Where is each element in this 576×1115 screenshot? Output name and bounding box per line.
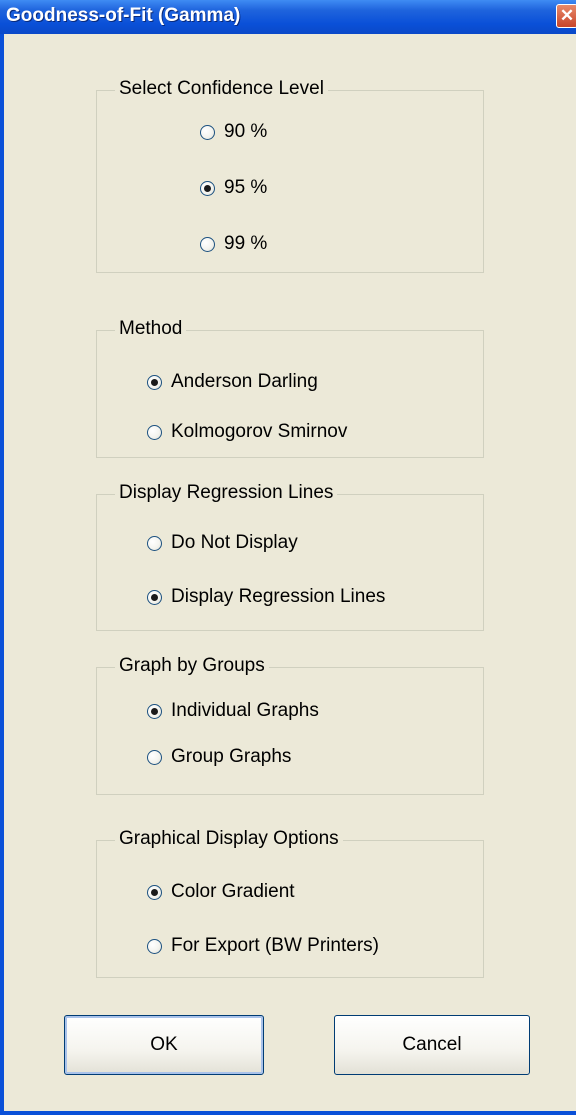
radio-do-not-display[interactable]: Do Not Display bbox=[147, 532, 298, 554]
confidence-level-group: Select Confidence Level 90 % 95 % 99 % bbox=[96, 78, 484, 273]
regression-lines-title: Display Regression Lines bbox=[115, 482, 338, 504]
method-title: Method bbox=[115, 318, 187, 340]
confidence-level-title: Select Confidence Level bbox=[115, 78, 328, 100]
radio-icon[interactable] bbox=[200, 180, 215, 196]
radio-icon[interactable] bbox=[147, 424, 162, 440]
radio-icon[interactable] bbox=[200, 236, 215, 252]
radio-99-percent[interactable]: 99 % bbox=[200, 233, 267, 255]
radio-95-percent[interactable]: 95 % bbox=[200, 177, 267, 199]
ok-button[interactable]: OK bbox=[64, 1015, 264, 1075]
window-title: Goodness-of-Fit (Gamma) bbox=[6, 5, 241, 26]
radio-icon[interactable] bbox=[147, 884, 162, 900]
radio-for-export[interactable]: For Export (BW Printers) bbox=[147, 935, 379, 957]
dialog-body: Select Confidence Level 90 % 95 % 99 % M… bbox=[4, 34, 576, 1111]
radio-label: 90 % bbox=[224, 121, 268, 142]
radio-label: Do Not Display bbox=[171, 532, 298, 553]
dialog-window: Goodness-of-Fit (Gamma) ✕ Select Confide… bbox=[0, 0, 576, 1115]
radio-color-gradient[interactable]: Color Gradient bbox=[147, 881, 295, 903]
graphical-display-group: Graphical Display Options Color Gradient… bbox=[96, 828, 484, 978]
graph-by-groups-group: Graph by Groups Individual Graphs Group … bbox=[96, 655, 484, 795]
radio-label: For Export (BW Printers) bbox=[171, 935, 379, 956]
graphical-display-title: Graphical Display Options bbox=[115, 828, 343, 850]
radio-label: Kolmogorov Smirnov bbox=[171, 421, 348, 442]
radio-individual-graphs[interactable]: Individual Graphs bbox=[147, 700, 319, 722]
graph-by-groups-title: Graph by Groups bbox=[115, 655, 269, 677]
close-button[interactable]: ✕ bbox=[556, 4, 576, 28]
radio-90-percent[interactable]: 90 % bbox=[200, 121, 267, 143]
radio-group-graphs[interactable]: Group Graphs bbox=[147, 746, 291, 768]
radio-icon[interactable] bbox=[200, 124, 215, 140]
radio-icon[interactable] bbox=[147, 535, 162, 551]
radio-display-regression-lines[interactable]: Display Regression Lines bbox=[147, 586, 385, 608]
radio-label: Display Regression Lines bbox=[171, 586, 386, 607]
radio-label: 95 % bbox=[224, 177, 268, 198]
regression-lines-group: Display Regression Lines Do Not Display … bbox=[96, 482, 484, 631]
radio-label: Individual Graphs bbox=[171, 700, 319, 721]
radio-icon[interactable] bbox=[147, 938, 162, 954]
radio-anderson-darling[interactable]: Anderson Darling bbox=[147, 371, 318, 393]
cancel-button[interactable]: Cancel bbox=[334, 1015, 530, 1075]
radio-icon[interactable] bbox=[147, 589, 162, 605]
radio-label: Anderson Darling bbox=[171, 371, 318, 392]
radio-label: 99 % bbox=[224, 233, 268, 254]
radio-icon[interactable] bbox=[147, 749, 162, 765]
radio-icon[interactable] bbox=[147, 374, 162, 390]
method-group: Method Anderson Darling Kolmogorov Smirn… bbox=[96, 318, 484, 458]
radio-kolmogorov-smirnov[interactable]: Kolmogorov Smirnov bbox=[147, 421, 347, 443]
title-bar[interactable]: Goodness-of-Fit (Gamma) ✕ bbox=[0, 0, 576, 34]
radio-label: Group Graphs bbox=[171, 746, 292, 767]
radio-icon[interactable] bbox=[147, 703, 162, 719]
radio-label: Color Gradient bbox=[171, 881, 295, 902]
close-icon: ✕ bbox=[559, 6, 575, 25]
